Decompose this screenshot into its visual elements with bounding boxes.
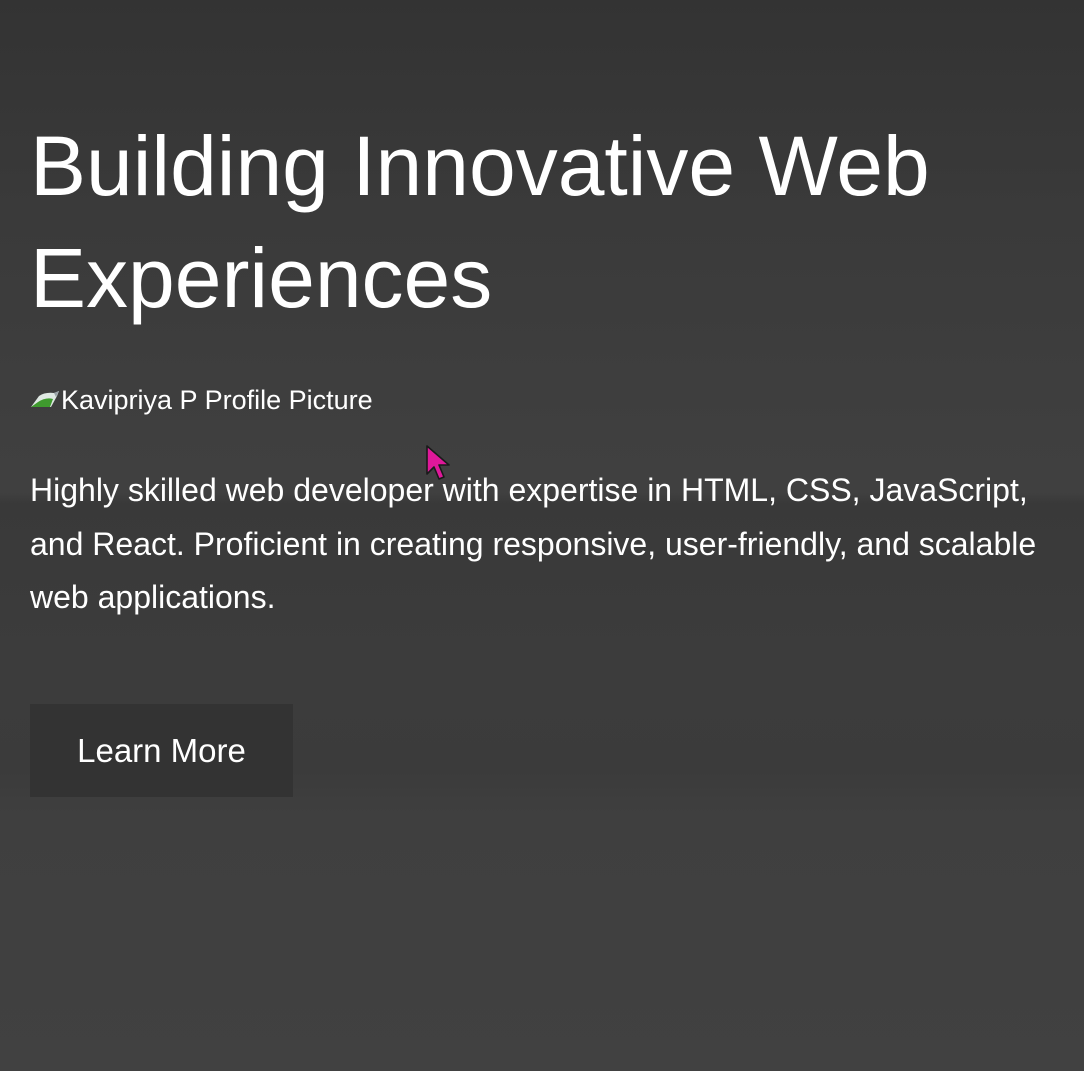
profile-picture-alt-text: Kavipriya P Profile Picture: [61, 384, 373, 415]
hero-section: Building Innovative Web Experiences Kavi…: [0, 0, 1084, 1071]
learn-more-button[interactable]: Learn More: [30, 704, 293, 797]
broken-image-icon: [31, 391, 59, 407]
mouse-pointer-icon: [426, 445, 450, 480]
intro-text: Highly skilled web developer with expert…: [30, 472, 1037, 615]
hero-title: Building Innovative Web Experiences: [30, 119, 930, 325]
profile-picture: Kavipriya P Profile Picture: [30, 382, 373, 418]
